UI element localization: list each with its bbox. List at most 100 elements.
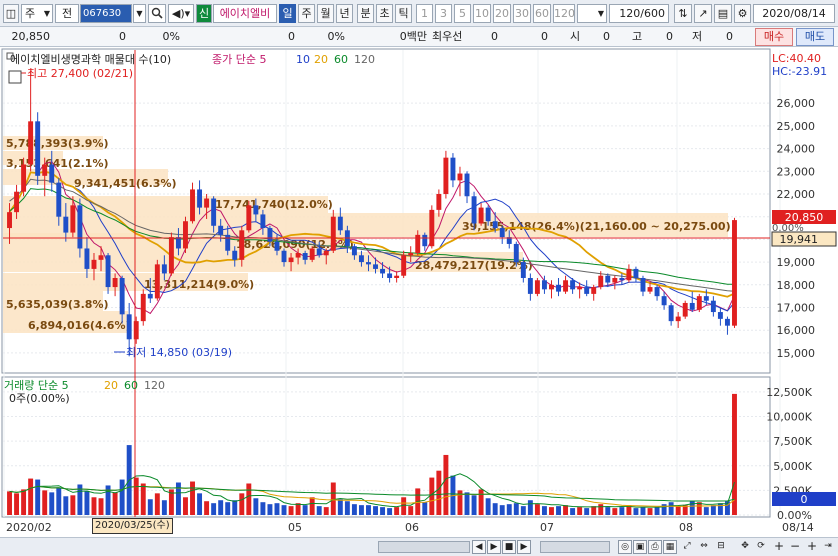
tab-min-20[interactable]: 20 bbox=[493, 4, 511, 23]
chevron-down-icon: ▼ bbox=[597, 9, 604, 18]
volume-bar bbox=[323, 507, 329, 515]
volume-bar bbox=[394, 507, 400, 515]
volume-bar bbox=[534, 504, 540, 515]
candle-body bbox=[309, 248, 315, 260]
candle-body bbox=[647, 287, 653, 292]
candle-body bbox=[584, 287, 590, 294]
stop-icon[interactable]: ■ bbox=[502, 540, 516, 554]
tab-week[interactable]: 주 bbox=[298, 4, 315, 23]
volume-bar bbox=[330, 482, 336, 515]
layout-icon[interactable]: ◫ bbox=[3, 4, 19, 23]
candle-body bbox=[204, 198, 210, 208]
search-icon[interactable] bbox=[148, 4, 166, 23]
volume-bar bbox=[619, 507, 625, 515]
trend-icon[interactable]: ⤢ bbox=[680, 540, 694, 554]
x-tick-label: 06 bbox=[405, 521, 419, 534]
play-icon[interactable]: ▶ bbox=[487, 540, 501, 554]
candle-body bbox=[668, 305, 674, 322]
current-price: 20,850 bbox=[11, 30, 51, 43]
volume-bar bbox=[633, 508, 639, 515]
volume-bar bbox=[119, 479, 125, 515]
expand-icon[interactable]: ⇔ bbox=[697, 540, 711, 554]
chart-background bbox=[0, 47, 838, 537]
date-input[interactable]: 2020/08/14 bbox=[753, 4, 835, 23]
volume-bar bbox=[471, 495, 477, 515]
candle-body bbox=[112, 277, 118, 288]
volume-bar bbox=[267, 504, 273, 515]
volume-bar bbox=[288, 506, 294, 515]
move-icon[interactable]: ✥ bbox=[738, 540, 752, 554]
chart-type-icon[interactable]: ▦ bbox=[663, 540, 677, 554]
save-icon[interactable]: ▤ bbox=[714, 4, 732, 23]
tab-min-3[interactable]: 3 bbox=[435, 4, 452, 23]
tab-second[interactable]: 초 bbox=[376, 4, 393, 23]
refresh-icon[interactable]: ⟳ bbox=[754, 540, 768, 554]
candle-body bbox=[640, 277, 646, 292]
candle-body bbox=[556, 284, 561, 292]
buy-button[interactable]: 매수 bbox=[755, 28, 793, 46]
candle-body bbox=[140, 293, 146, 322]
volume-bar bbox=[387, 508, 393, 515]
sound-icon[interactable]: ◀)▾ bbox=[168, 4, 194, 23]
tab-tick[interactable]: 틱 bbox=[395, 4, 412, 23]
fit-icon[interactable]: ⇥ bbox=[821, 540, 835, 554]
candle-body bbox=[14, 191, 20, 213]
candle-body bbox=[520, 262, 526, 278]
grid-toggle-icon[interactable] bbox=[8, 70, 22, 84]
indicator-icon[interactable]: ⇅ bbox=[674, 4, 692, 23]
candle-body bbox=[49, 164, 55, 183]
scroll-track[interactable] bbox=[378, 541, 470, 553]
candle-body bbox=[661, 296, 667, 306]
ma-120-label: 120 bbox=[354, 53, 375, 66]
tab-min-5[interactable]: 5 bbox=[454, 4, 471, 23]
y-tick-label: 19,000 bbox=[777, 256, 816, 269]
stock-code-input[interactable]: 067630 bbox=[80, 4, 132, 23]
candle-body bbox=[394, 275, 400, 278]
chart-navigation: ◀ ▶ ■ ▶ ◎ ▣ ⎙ ▦ ⤢ ⇔ ⊟ ✥ ⟳ + − + ⇥ bbox=[0, 537, 838, 556]
volume-y-tick-label: 10,000K bbox=[766, 411, 812, 424]
range-input[interactable]: 120/600 bbox=[609, 4, 669, 23]
copy-icon[interactable]: ▣ bbox=[633, 540, 647, 554]
candle-body bbox=[7, 212, 12, 229]
volume-current-tag-text: 0 bbox=[801, 493, 808, 506]
candle-body bbox=[183, 221, 188, 249]
sell-button[interactable]: 매도 bbox=[796, 28, 834, 46]
draw-tool-icon[interactable]: ↗ bbox=[694, 4, 712, 23]
last-icon[interactable]: ▶ bbox=[517, 540, 531, 554]
minus-icon[interactable]: − bbox=[788, 540, 802, 554]
tab-min-10[interactable]: 10 bbox=[473, 4, 491, 23]
tab-minute[interactable]: 분 bbox=[357, 4, 374, 23]
prev-button[interactable]: 전 bbox=[55, 4, 79, 23]
stock-chart[interactable]: 5,788,393(3.9%)3,153,641(2.1%)9,341,451(… bbox=[0, 47, 838, 537]
candle-body bbox=[323, 250, 329, 256]
tab-day[interactable]: 일 bbox=[279, 4, 296, 23]
add-icon[interactable]: + bbox=[772, 540, 786, 554]
open-label: 시 bbox=[570, 30, 581, 43]
volume-bar bbox=[204, 501, 210, 515]
change-rate: 0% bbox=[162, 30, 180, 43]
zoom-icon[interactable]: ◎ bbox=[618, 540, 632, 554]
volume-bar bbox=[225, 502, 231, 515]
tab-min-30[interactable]: 30 bbox=[513, 4, 531, 23]
candle-body bbox=[84, 248, 90, 269]
tab-min-60[interactable]: 60 bbox=[533, 4, 551, 23]
tab-year[interactable]: 년 bbox=[336, 4, 353, 23]
zoom-out-icon[interactable]: ⊟ bbox=[714, 540, 728, 554]
volume-bar bbox=[358, 505, 364, 515]
tab-month[interactable]: 월 bbox=[317, 4, 334, 23]
range-dropdown[interactable]: ▼ bbox=[577, 4, 607, 23]
market-select[interactable]: 주 ▼ bbox=[21, 4, 53, 23]
first-icon[interactable]: ◀ bbox=[472, 540, 486, 554]
plus-icon[interactable]: + bbox=[805, 540, 819, 554]
candle-body bbox=[703, 296, 709, 301]
candle-body bbox=[56, 182, 62, 217]
gear-icon[interactable]: ⚙ bbox=[734, 4, 751, 23]
candle-body bbox=[689, 302, 695, 310]
volume-profile-label: 5,788,393(3.9%) bbox=[6, 137, 109, 150]
volume-rate: 0% bbox=[327, 30, 345, 43]
print-icon[interactable]: ⎙ bbox=[648, 540, 662, 554]
tab-min-1[interactable]: 1 bbox=[416, 4, 433, 23]
scrollbar[interactable] bbox=[540, 541, 610, 553]
code-dropdown-icon[interactable]: ▼ bbox=[133, 4, 146, 23]
tab-min-120[interactable]: 120 bbox=[553, 4, 575, 23]
